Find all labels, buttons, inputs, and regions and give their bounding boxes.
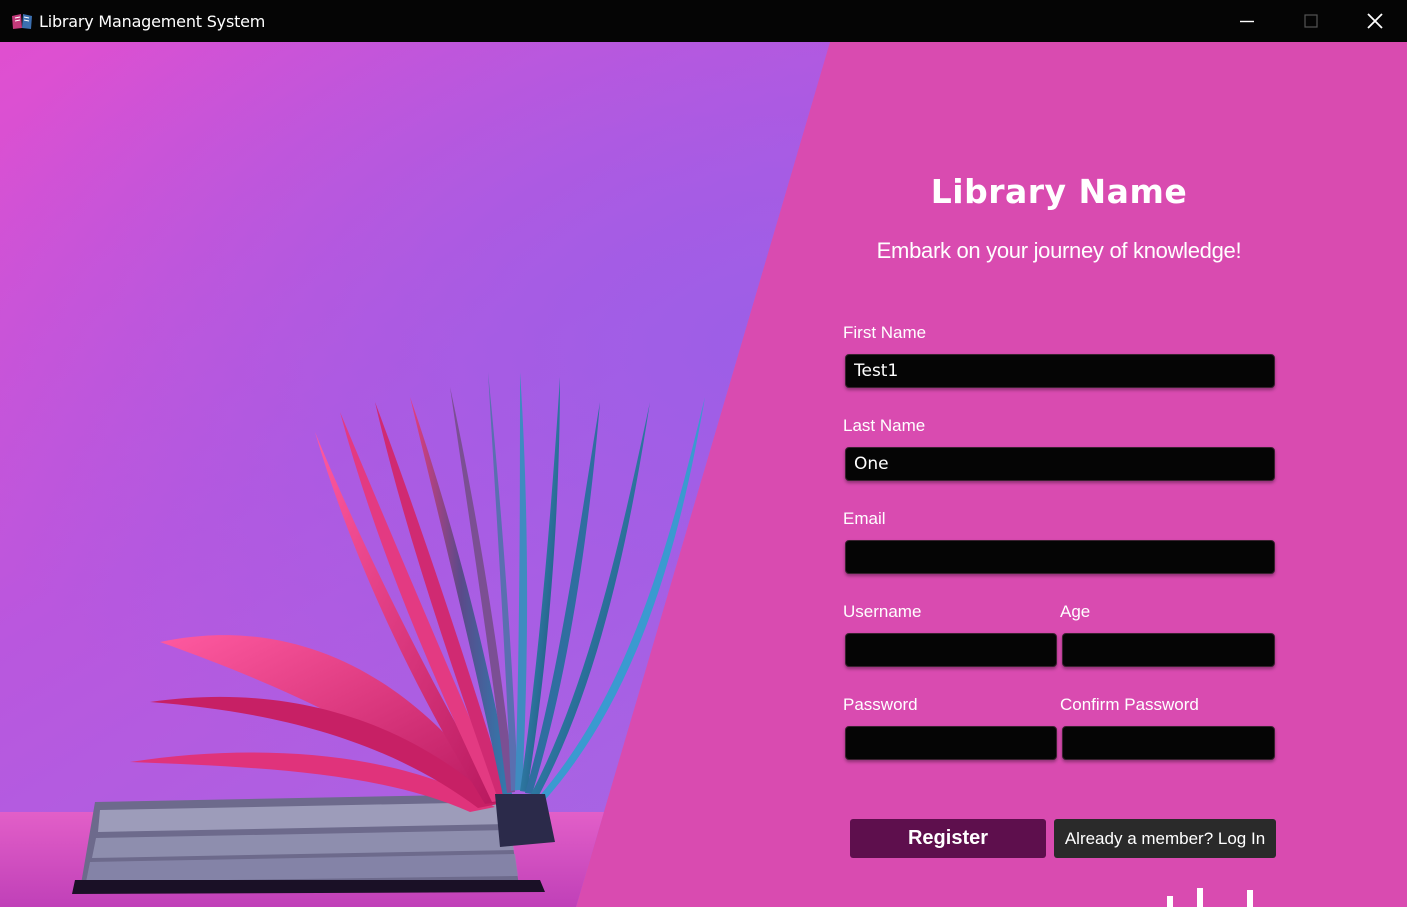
confirm-password-input[interactable] xyxy=(1062,726,1275,760)
login-link-button[interactable]: Already a member? Log In xyxy=(1054,819,1276,858)
app-window: Library Management System Library Name E… xyxy=(0,0,1407,907)
age-label: Age xyxy=(1060,602,1091,621)
minimize-button[interactable] xyxy=(1215,0,1279,42)
window-title: Library Management System xyxy=(39,11,266,31)
title-bar[interactable]: Library Management System xyxy=(0,0,1407,42)
last-name-input[interactable] xyxy=(845,447,1275,481)
username-label: Username xyxy=(843,602,922,621)
decorative-logo-fragment xyxy=(1167,888,1253,907)
main-content: Library Name Embark on your journey of k… xyxy=(0,42,1407,907)
minimize-icon xyxy=(1240,20,1254,23)
window-controls xyxy=(1215,0,1407,42)
age-input[interactable] xyxy=(1062,633,1275,667)
close-button[interactable] xyxy=(1343,0,1407,42)
maximize-icon xyxy=(1304,14,1318,28)
first-name-input[interactable] xyxy=(845,354,1275,388)
maximize-button[interactable] xyxy=(1279,0,1343,42)
confirm-password-label: Confirm Password xyxy=(1060,695,1199,714)
close-icon xyxy=(1367,13,1383,29)
first-name-label: First Name xyxy=(843,323,927,342)
registration-form: Library Name Embark on your journey of k… xyxy=(0,42,1407,907)
email-label: Email xyxy=(843,509,886,528)
username-input[interactable] xyxy=(845,633,1057,667)
library-name-heading: Library Name xyxy=(930,172,1188,211)
password-label: Password xyxy=(843,695,918,714)
tagline: Embark on your journey of knowledge! xyxy=(876,238,1242,263)
last-name-label: Last Name xyxy=(843,416,926,435)
email-input[interactable] xyxy=(845,540,1275,574)
register-button[interactable]: Register xyxy=(850,819,1046,858)
password-input[interactable] xyxy=(845,726,1057,760)
book-app-icon xyxy=(11,12,33,30)
